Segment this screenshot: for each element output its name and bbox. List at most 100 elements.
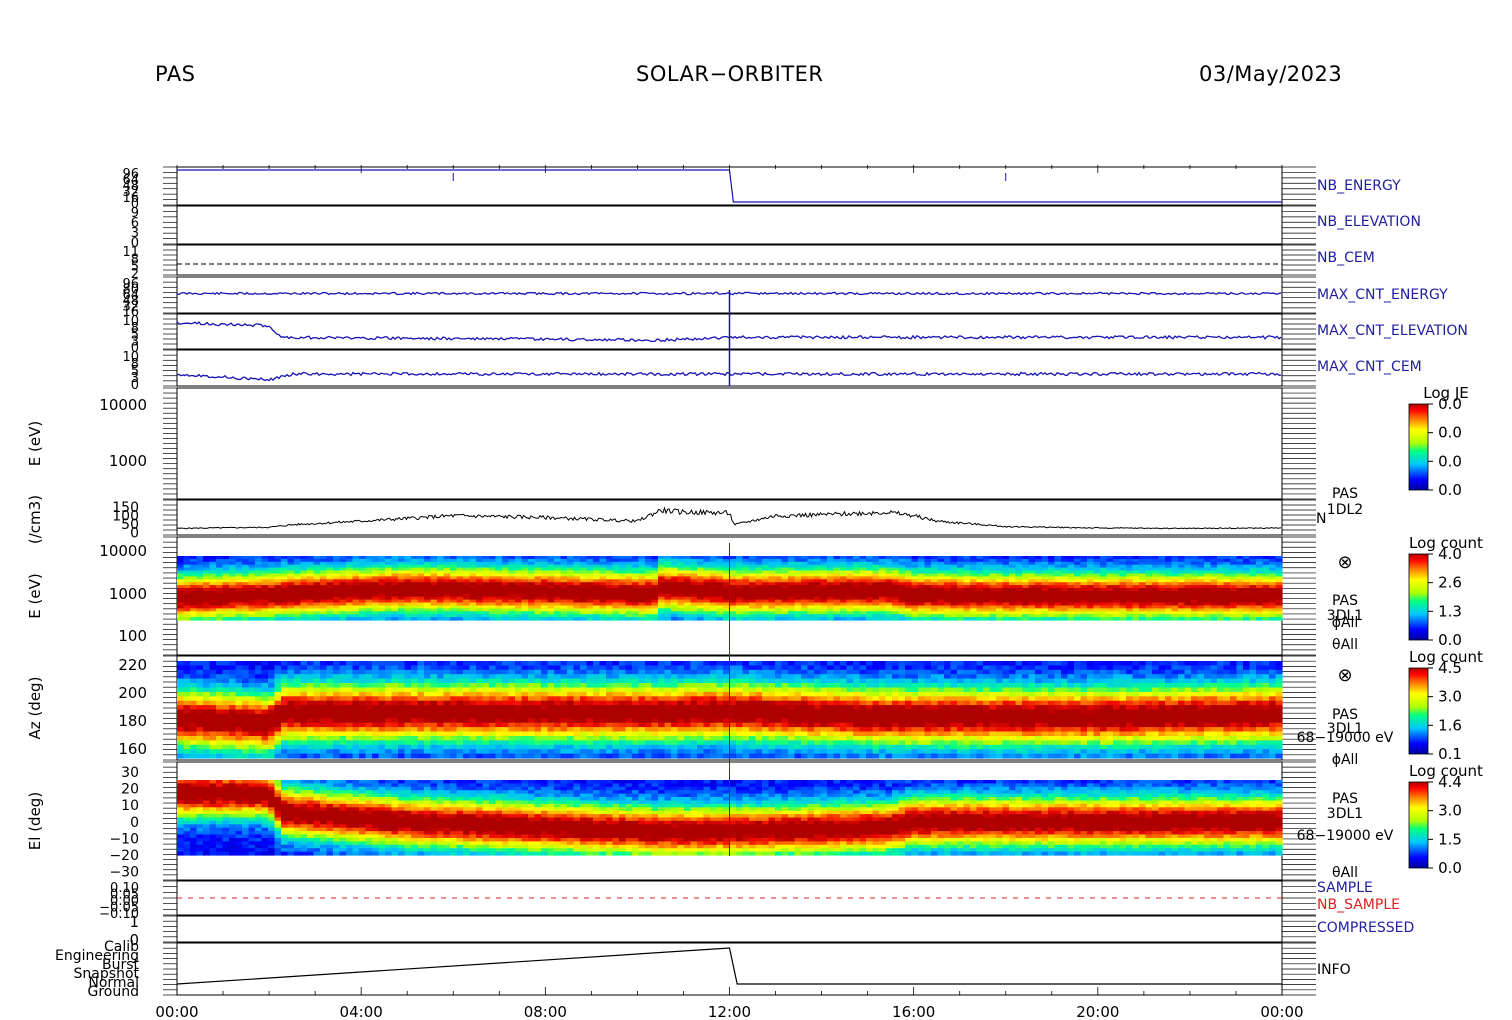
heatmap-cell — [203, 691, 211, 697]
heatmap-cell — [781, 570, 789, 574]
heatmap-cell — [294, 683, 302, 688]
heatmap-cell — [183, 722, 191, 728]
heatmap-cell — [229, 744, 237, 750]
heatmap-cell — [242, 687, 250, 693]
heatmap-cell — [209, 700, 217, 706]
heatmap-cell — [261, 727, 269, 733]
heatmap-cell — [190, 674, 198, 680]
heatmap-cell — [339, 749, 347, 755]
heatmap-cell — [255, 740, 263, 746]
heatmap-cell — [1145, 602, 1153, 606]
heatmap-cell — [339, 713, 347, 719]
heatmap-cell — [352, 705, 360, 711]
heatmap-cell — [183, 602, 191, 606]
heatmap-cell — [281, 683, 289, 688]
heatmap-cell — [287, 731, 295, 737]
heatmap-cell — [801, 617, 809, 621]
heatmap-cell — [879, 602, 887, 606]
heatmap-cell — [177, 713, 185, 719]
heatmap-cell — [333, 687, 341, 693]
heatmap-cell — [768, 602, 776, 606]
heatmap-cell — [307, 749, 315, 755]
heatmap-cell — [313, 696, 321, 702]
heatmap-cell — [346, 570, 354, 574]
heatmap-cell — [261, 661, 269, 666]
heatmap-cell — [313, 617, 321, 621]
heatmap-cell — [209, 691, 217, 697]
heatmap-cell — [183, 687, 191, 693]
heatmap-cell — [749, 570, 757, 574]
heatmap-cell — [313, 687, 321, 693]
heatmap-cell — [281, 713, 289, 719]
heatmap-cell — [372, 713, 380, 719]
heatmap-cell — [196, 700, 204, 706]
heatmap-cell — [1093, 570, 1101, 574]
heatmap-cell — [606, 602, 614, 606]
heatmap-cell — [391, 665, 399, 671]
heatmap-cell — [196, 617, 204, 621]
heatmap-cell — [528, 570, 536, 574]
heatmap-cell — [391, 705, 399, 711]
heatmap-cell — [1197, 617, 1205, 621]
heatmap-cell — [307, 665, 315, 671]
heatmap-cell — [268, 705, 276, 711]
heatmap-cell — [222, 740, 230, 746]
heatmap-cell — [359, 731, 367, 737]
heatmap-cell — [248, 683, 256, 688]
heatmap-cell — [216, 709, 224, 715]
heatmap-cell — [196, 727, 204, 733]
heatmap-cell — [333, 749, 341, 755]
heatmap-cell — [1106, 602, 1114, 606]
heatmap-cell — [658, 617, 666, 621]
heatmap-cell — [177, 709, 185, 715]
heatmap-cell — [983, 602, 991, 606]
heatmap-cell — [398, 705, 406, 711]
y-tick-label: 0 — [130, 526, 139, 542]
heatmap-cell — [346, 617, 354, 621]
heatmap-cell — [957, 570, 965, 574]
heatmap-cell — [391, 718, 399, 724]
heatmap-cell — [222, 674, 230, 680]
heatmap-cell — [183, 669, 191, 675]
heatmap-cell — [183, 700, 191, 706]
heatmap-cell — [326, 700, 334, 706]
heatmap-cell — [268, 687, 276, 693]
heatmap-cell — [547, 602, 555, 606]
heatmap-cell — [216, 674, 224, 680]
heatmap-cell — [242, 744, 250, 750]
heatmap-cell — [294, 696, 302, 702]
y-tick-label: 1 — [129, 913, 139, 931]
heatmap-cell — [300, 683, 308, 688]
heatmap-cell — [365, 727, 373, 733]
heatmap-cell — [352, 570, 360, 574]
heatmap-cell — [294, 709, 302, 715]
heatmap-cell — [391, 617, 399, 621]
heatmap-cell — [346, 700, 354, 706]
heatmap-cell — [612, 570, 620, 574]
y-tick-label: 10000 — [99, 396, 147, 414]
y-tick-label: Ground — [88, 984, 140, 1000]
heatmap-cell — [333, 727, 341, 733]
heatmap-cell — [352, 602, 360, 606]
heatmap-cell — [190, 722, 198, 728]
heatmap-cell — [326, 665, 334, 671]
heatmap-cell — [937, 602, 945, 606]
heatmap-cell — [424, 570, 432, 574]
heatmap-cell — [391, 691, 399, 697]
heatmap-cell — [320, 691, 328, 697]
heatmap-cell — [216, 602, 224, 606]
heatmap-cell — [177, 683, 185, 688]
heatmap-cell — [684, 570, 692, 574]
heatmap-cell — [417, 602, 425, 606]
heatmap-cell — [736, 570, 744, 574]
heatmap-cell — [216, 722, 224, 728]
heatmap-cell — [918, 570, 926, 574]
heatmap-cell — [216, 661, 224, 666]
heatmap-cell — [671, 570, 679, 574]
heatmap-cell — [352, 665, 360, 671]
heatmap-cell — [788, 570, 796, 574]
heatmap-cell — [391, 713, 399, 719]
heatmap-cell — [320, 665, 328, 671]
heatmap-cell — [339, 718, 347, 724]
heatmap-cell — [599, 617, 607, 621]
